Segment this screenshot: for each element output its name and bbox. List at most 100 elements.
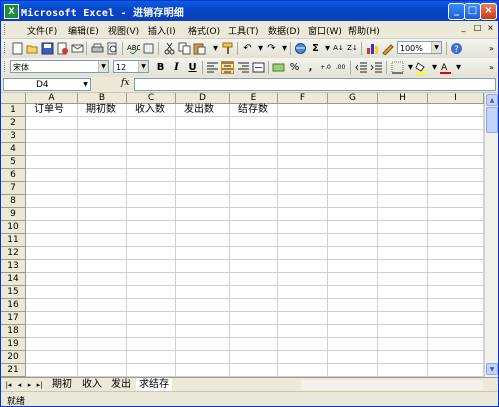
cell-b9[interactable] <box>78 208 127 221</box>
cell-g14[interactable] <box>328 273 378 286</box>
cell-c20[interactable] <box>127 351 176 364</box>
row-header-17[interactable]: 17 <box>1 312 26 325</box>
cell-f13[interactable] <box>278 260 328 273</box>
cell-f18[interactable] <box>278 325 328 338</box>
minimize-button[interactable]: _ <box>448 3 465 20</box>
hyperlink-icon[interactable] <box>294 42 307 55</box>
cell-b15[interactable] <box>78 286 127 299</box>
print-preview-icon[interactable] <box>106 42 119 55</box>
cell-c18[interactable] <box>127 325 176 338</box>
row-header-6[interactable]: 6 <box>1 169 26 182</box>
name-box[interactable]: D4 ▼ <box>3 78 91 91</box>
help-icon[interactable]: ? <box>450 42 463 55</box>
cell-d11[interactable] <box>176 234 230 247</box>
column-header-b[interactable]: B <box>78 93 127 104</box>
cell-g13[interactable] <box>328 260 378 273</box>
cell-i13[interactable] <box>428 260 484 273</box>
cell-d17[interactable] <box>176 312 230 325</box>
cell-h10[interactable] <box>378 221 428 234</box>
cell-g5[interactable] <box>328 156 378 169</box>
prev-sheet-button[interactable]: ◂ <box>15 380 24 390</box>
cell-e14[interactable] <box>230 273 278 286</box>
cell-b4[interactable] <box>78 143 127 156</box>
cell-h6[interactable] <box>378 169 428 182</box>
sheet-tab-issued[interactable]: 发出 <box>108 378 134 391</box>
cell-h11[interactable] <box>378 234 428 247</box>
excel-app-icon[interactable]: X <box>4 4 19 19</box>
merge-center-icon[interactable] <box>252 61 265 74</box>
cell-i18[interactable] <box>428 325 484 338</box>
font-color-icon[interactable]: A <box>439 61 452 74</box>
cell-b2[interactable] <box>78 117 127 130</box>
cell-b12[interactable] <box>78 247 127 260</box>
row-header-3[interactable]: 3 <box>1 130 26 143</box>
font-color-dropdown-icon[interactable]: ▾ <box>452 61 465 74</box>
cell-d2[interactable] <box>176 117 230 130</box>
cell-i7[interactable] <box>428 182 484 195</box>
menu-view[interactable]: 视图(V) <box>108 24 139 37</box>
cell-a13[interactable] <box>26 260 78 273</box>
cell-f17[interactable] <box>278 312 328 325</box>
cell-h8[interactable] <box>378 195 428 208</box>
cell-i16[interactable] <box>428 299 484 312</box>
cell-h7[interactable] <box>378 182 428 195</box>
cell-c8[interactable] <box>127 195 176 208</box>
cell-e13[interactable] <box>230 260 278 273</box>
formula-input[interactable] <box>134 78 496 91</box>
cell-i19[interactable] <box>428 338 484 351</box>
print-icon[interactable] <box>91 42 104 55</box>
cell-b17[interactable] <box>78 312 127 325</box>
cell-e10[interactable] <box>230 221 278 234</box>
cell-f4[interactable] <box>278 143 328 156</box>
format-painter-icon[interactable] <box>221 42 234 55</box>
cell-e6[interactable] <box>230 169 278 182</box>
cell-f21[interactable] <box>278 364 328 377</box>
cell-a21[interactable] <box>26 364 78 377</box>
next-sheet-button[interactable]: ▸ <box>25 380 34 390</box>
cell-e2[interactable] <box>230 117 278 130</box>
cell-g1[interactable] <box>328 104 378 117</box>
sort-descending-icon[interactable]: Z↓ <box>346 42 359 55</box>
cell-d5[interactable] <box>176 156 230 169</box>
align-right-icon[interactable] <box>237 61 250 74</box>
cell-g6[interactable] <box>328 169 378 182</box>
row-header-1[interactable]: 1 <box>1 104 26 117</box>
cell-b16[interactable] <box>78 299 127 312</box>
cell-a20[interactable] <box>26 351 78 364</box>
cell-h16[interactable] <box>378 299 428 312</box>
cell-h2[interactable] <box>378 117 428 130</box>
cell-d13[interactable] <box>176 260 230 273</box>
column-header-a[interactable]: A <box>26 93 78 104</box>
horizontal-scrollbar[interactable] <box>301 380 483 390</box>
cell-e11[interactable] <box>230 234 278 247</box>
cell-d3[interactable] <box>176 130 230 143</box>
cell-h14[interactable] <box>378 273 428 286</box>
cell-b13[interactable] <box>78 260 127 273</box>
sort-ascending-icon[interactable]: A↓ <box>332 42 345 55</box>
sheet-tab-opening[interactable]: 期初 <box>49 378 75 391</box>
cell-e19[interactable] <box>230 338 278 351</box>
cell-b6[interactable] <box>78 169 127 182</box>
cell-d20[interactable] <box>176 351 230 364</box>
cell-a6[interactable] <box>26 169 78 182</box>
cell-b1[interactable]: 期初数 <box>78 104 127 117</box>
cell-c1[interactable]: 收入数 <box>127 104 176 117</box>
cell-h20[interactable] <box>378 351 428 364</box>
row-header-13[interactable]: 13 <box>1 260 26 273</box>
close-button[interactable]: × <box>480 3 497 20</box>
row-header-11[interactable]: 11 <box>1 234 26 247</box>
cell-a19[interactable] <box>26 338 78 351</box>
cell-a14[interactable] <box>26 273 78 286</box>
column-header-f[interactable]: F <box>278 93 328 104</box>
cell-a8[interactable] <box>26 195 78 208</box>
cell-b18[interactable] <box>78 325 127 338</box>
cell-h15[interactable] <box>378 286 428 299</box>
cell-d1[interactable]: 发出数 <box>176 104 230 117</box>
cell-c4[interactable] <box>127 143 176 156</box>
row-header-7[interactable]: 7 <box>1 182 26 195</box>
cell-g17[interactable] <box>328 312 378 325</box>
cell-c9[interactable] <box>127 208 176 221</box>
cell-g7[interactable] <box>328 182 378 195</box>
cell-c7[interactable] <box>127 182 176 195</box>
row-header-2[interactable]: 2 <box>1 117 26 130</box>
